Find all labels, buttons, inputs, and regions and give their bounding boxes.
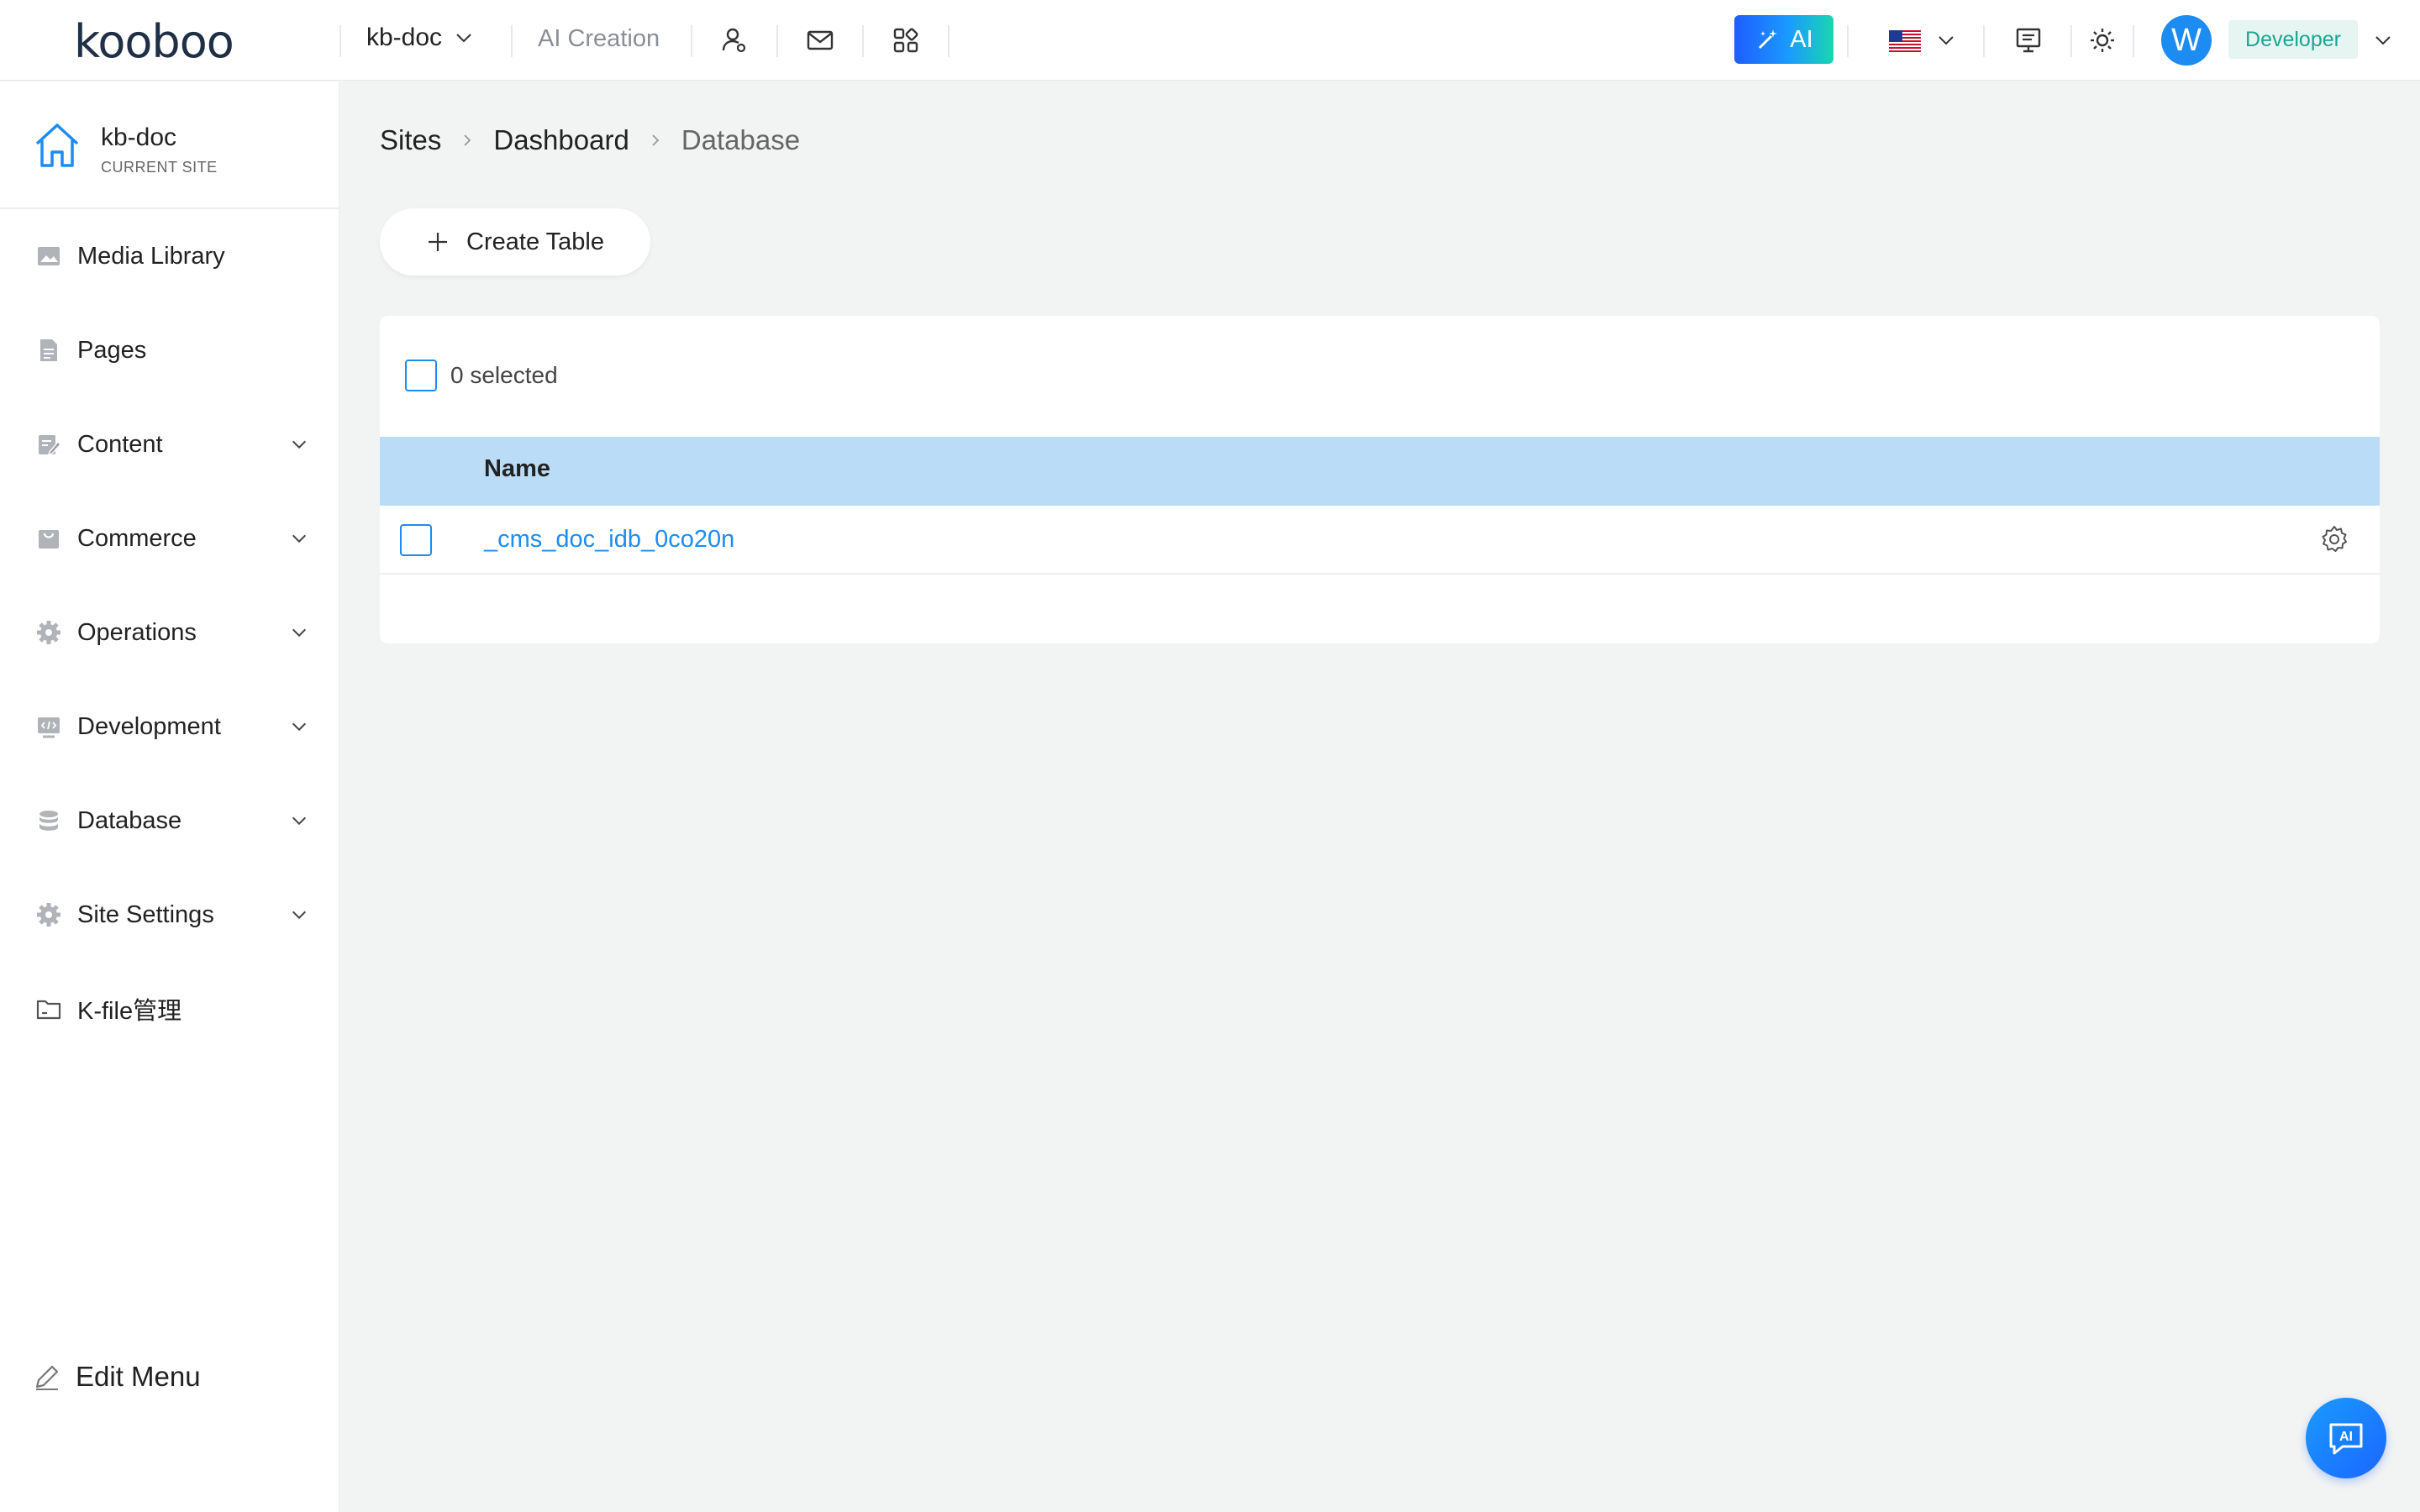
sidebar-item-k-file[interactable]: K-file管理 bbox=[34, 985, 311, 1032]
plus-icon bbox=[429, 233, 448, 251]
sidebar-item-operations[interactable]: Operations bbox=[34, 609, 311, 656]
svg-text:AI: AI bbox=[2339, 1430, 2353, 1444]
separator bbox=[1983, 25, 1985, 57]
sidebar-item-development[interactable]: Development bbox=[34, 703, 311, 750]
sidebar-item-label: Site Settings bbox=[77, 900, 214, 928]
chevron-down-icon bbox=[287, 903, 311, 927]
separator bbox=[511, 25, 513, 57]
row-checkbox[interactable] bbox=[400, 524, 432, 556]
breadcrumb-dashboard[interactable]: Dashboard bbox=[493, 124, 629, 156]
image-icon bbox=[34, 241, 64, 271]
apps-grid-icon[interactable] bbox=[887, 22, 924, 59]
top-bar: kooboo kb-doc AI Creation AI W Developer bbox=[0, 0, 2420, 81]
separator bbox=[2070, 25, 2072, 57]
sidebar-item-label: Development bbox=[77, 712, 221, 740]
chevron-down-icon bbox=[287, 715, 311, 738]
current-site-name: kb-doc bbox=[101, 123, 177, 151]
chevron-down-icon bbox=[287, 527, 311, 550]
table-header: Name bbox=[380, 437, 2380, 506]
column-header-name[interactable]: Name bbox=[484, 455, 550, 483]
current-site[interactable]: kb-doc CURRENT SITE bbox=[34, 120, 319, 179]
edit-icon bbox=[34, 429, 64, 459]
chevron-down-icon bbox=[287, 433, 311, 456]
user-avatar[interactable]: W bbox=[2161, 15, 2212, 66]
breadcrumb-sites[interactable]: Sites bbox=[380, 124, 441, 156]
gear-icon bbox=[34, 900, 64, 930]
bag-icon bbox=[34, 523, 64, 554]
sidebar-item-label: Operations bbox=[77, 618, 197, 646]
table-panel: 0 selected Name _cms_doc_idb_0co20n bbox=[380, 316, 2380, 643]
site-selector-label: kb-doc bbox=[366, 24, 443, 51]
language-chevron-down-icon[interactable] bbox=[1928, 22, 1965, 59]
separator bbox=[948, 25, 950, 57]
selection-bar: 0 selected bbox=[405, 360, 558, 391]
breadcrumb-database: Database bbox=[681, 124, 801, 155]
table-row[interactable]: _cms_doc_idb_0co20n bbox=[380, 506, 2380, 575]
sidebar-item-label: K-file管理 bbox=[77, 998, 182, 1025]
ai-assistant-button[interactable]: AI bbox=[1734, 15, 1833, 64]
kooboo-logo[interactable]: kooboo bbox=[74, 15, 234, 68]
magic-wand-icon bbox=[1759, 29, 1778, 50]
separator bbox=[1847, 25, 1849, 57]
separator bbox=[339, 25, 341, 57]
edit-menu-button[interactable]: Edit Menu bbox=[32, 1361, 201, 1393]
sidebar-item-commerce[interactable]: Commerce bbox=[34, 515, 311, 562]
pencil-icon bbox=[35, 1365, 59, 1390]
us-flag-icon[interactable] bbox=[1889, 30, 1921, 52]
role-badge[interactable]: Developer bbox=[2228, 20, 2358, 59]
sidebar-item-database[interactable]: Database bbox=[34, 797, 311, 844]
sidebar-divider bbox=[0, 207, 339, 209]
create-table-label: Create Table bbox=[466, 228, 604, 255]
chevron-down-icon bbox=[287, 809, 311, 832]
sidebar-item-label: Database bbox=[77, 806, 182, 834]
sidebar-item-label: Content bbox=[77, 430, 163, 458]
select-all-checkbox[interactable] bbox=[405, 360, 437, 391]
separator bbox=[862, 25, 864, 57]
create-table-button[interactable]: Create Table bbox=[380, 208, 650, 276]
ai-button-label: AI bbox=[1790, 25, 1813, 53]
sidebar-item-label: Commerce bbox=[77, 524, 197, 552]
database-icon bbox=[34, 806, 64, 836]
sidebar-item-pages[interactable]: Pages bbox=[34, 327, 311, 374]
mail-icon[interactable] bbox=[802, 22, 839, 59]
chevron-right-icon bbox=[646, 131, 665, 150]
presentation-icon[interactable] bbox=[2010, 22, 2047, 59]
code-icon bbox=[34, 711, 64, 742]
separator bbox=[2133, 25, 2134, 57]
selected-count: 0 selected bbox=[450, 362, 558, 388]
breadcrumb: Sites Dashboard Database bbox=[380, 124, 800, 156]
ai-creation-link[interactable]: AI Creation bbox=[538, 25, 660, 53]
role-chevron-down-icon[interactable] bbox=[2365, 22, 2402, 59]
sidebar-item-site-settings[interactable]: Site Settings bbox=[34, 891, 311, 938]
gear-icon bbox=[34, 617, 64, 648]
table-name-link[interactable]: _cms_doc_idb_0co20n bbox=[484, 526, 734, 554]
folder-icon bbox=[34, 994, 64, 1024]
current-site-subtitle: CURRENT SITE bbox=[101, 159, 218, 176]
chevron-down-icon bbox=[456, 34, 471, 43]
theme-sun-icon[interactable] bbox=[2084, 22, 2121, 59]
settings-gear-icon[interactable] bbox=[2316, 521, 2353, 558]
separator bbox=[776, 25, 778, 57]
sidebar-item-media-library[interactable]: Media Library bbox=[34, 233, 311, 280]
separator bbox=[691, 25, 692, 57]
chevron-right-icon bbox=[458, 131, 476, 150]
site-selector[interactable]: kb-doc bbox=[366, 24, 474, 52]
sidebar-item-content[interactable]: Content bbox=[34, 421, 311, 468]
chevron-down-icon bbox=[287, 621, 311, 644]
ai-chat-float-button[interactable]: AI bbox=[2306, 1398, 2386, 1478]
edit-menu-label: Edit Menu bbox=[76, 1361, 201, 1392]
home-icon bbox=[35, 123, 79, 167]
document-icon bbox=[34, 335, 64, 365]
user-settings-icon[interactable] bbox=[716, 22, 753, 59]
sidebar: kb-doc CURRENT SITE Media Library Pages … bbox=[0, 81, 339, 1512]
ai-chat-icon: AI bbox=[2329, 1423, 2363, 1455]
sidebar-item-label: Pages bbox=[77, 336, 147, 364]
sidebar-item-label: Media Library bbox=[77, 242, 225, 270]
